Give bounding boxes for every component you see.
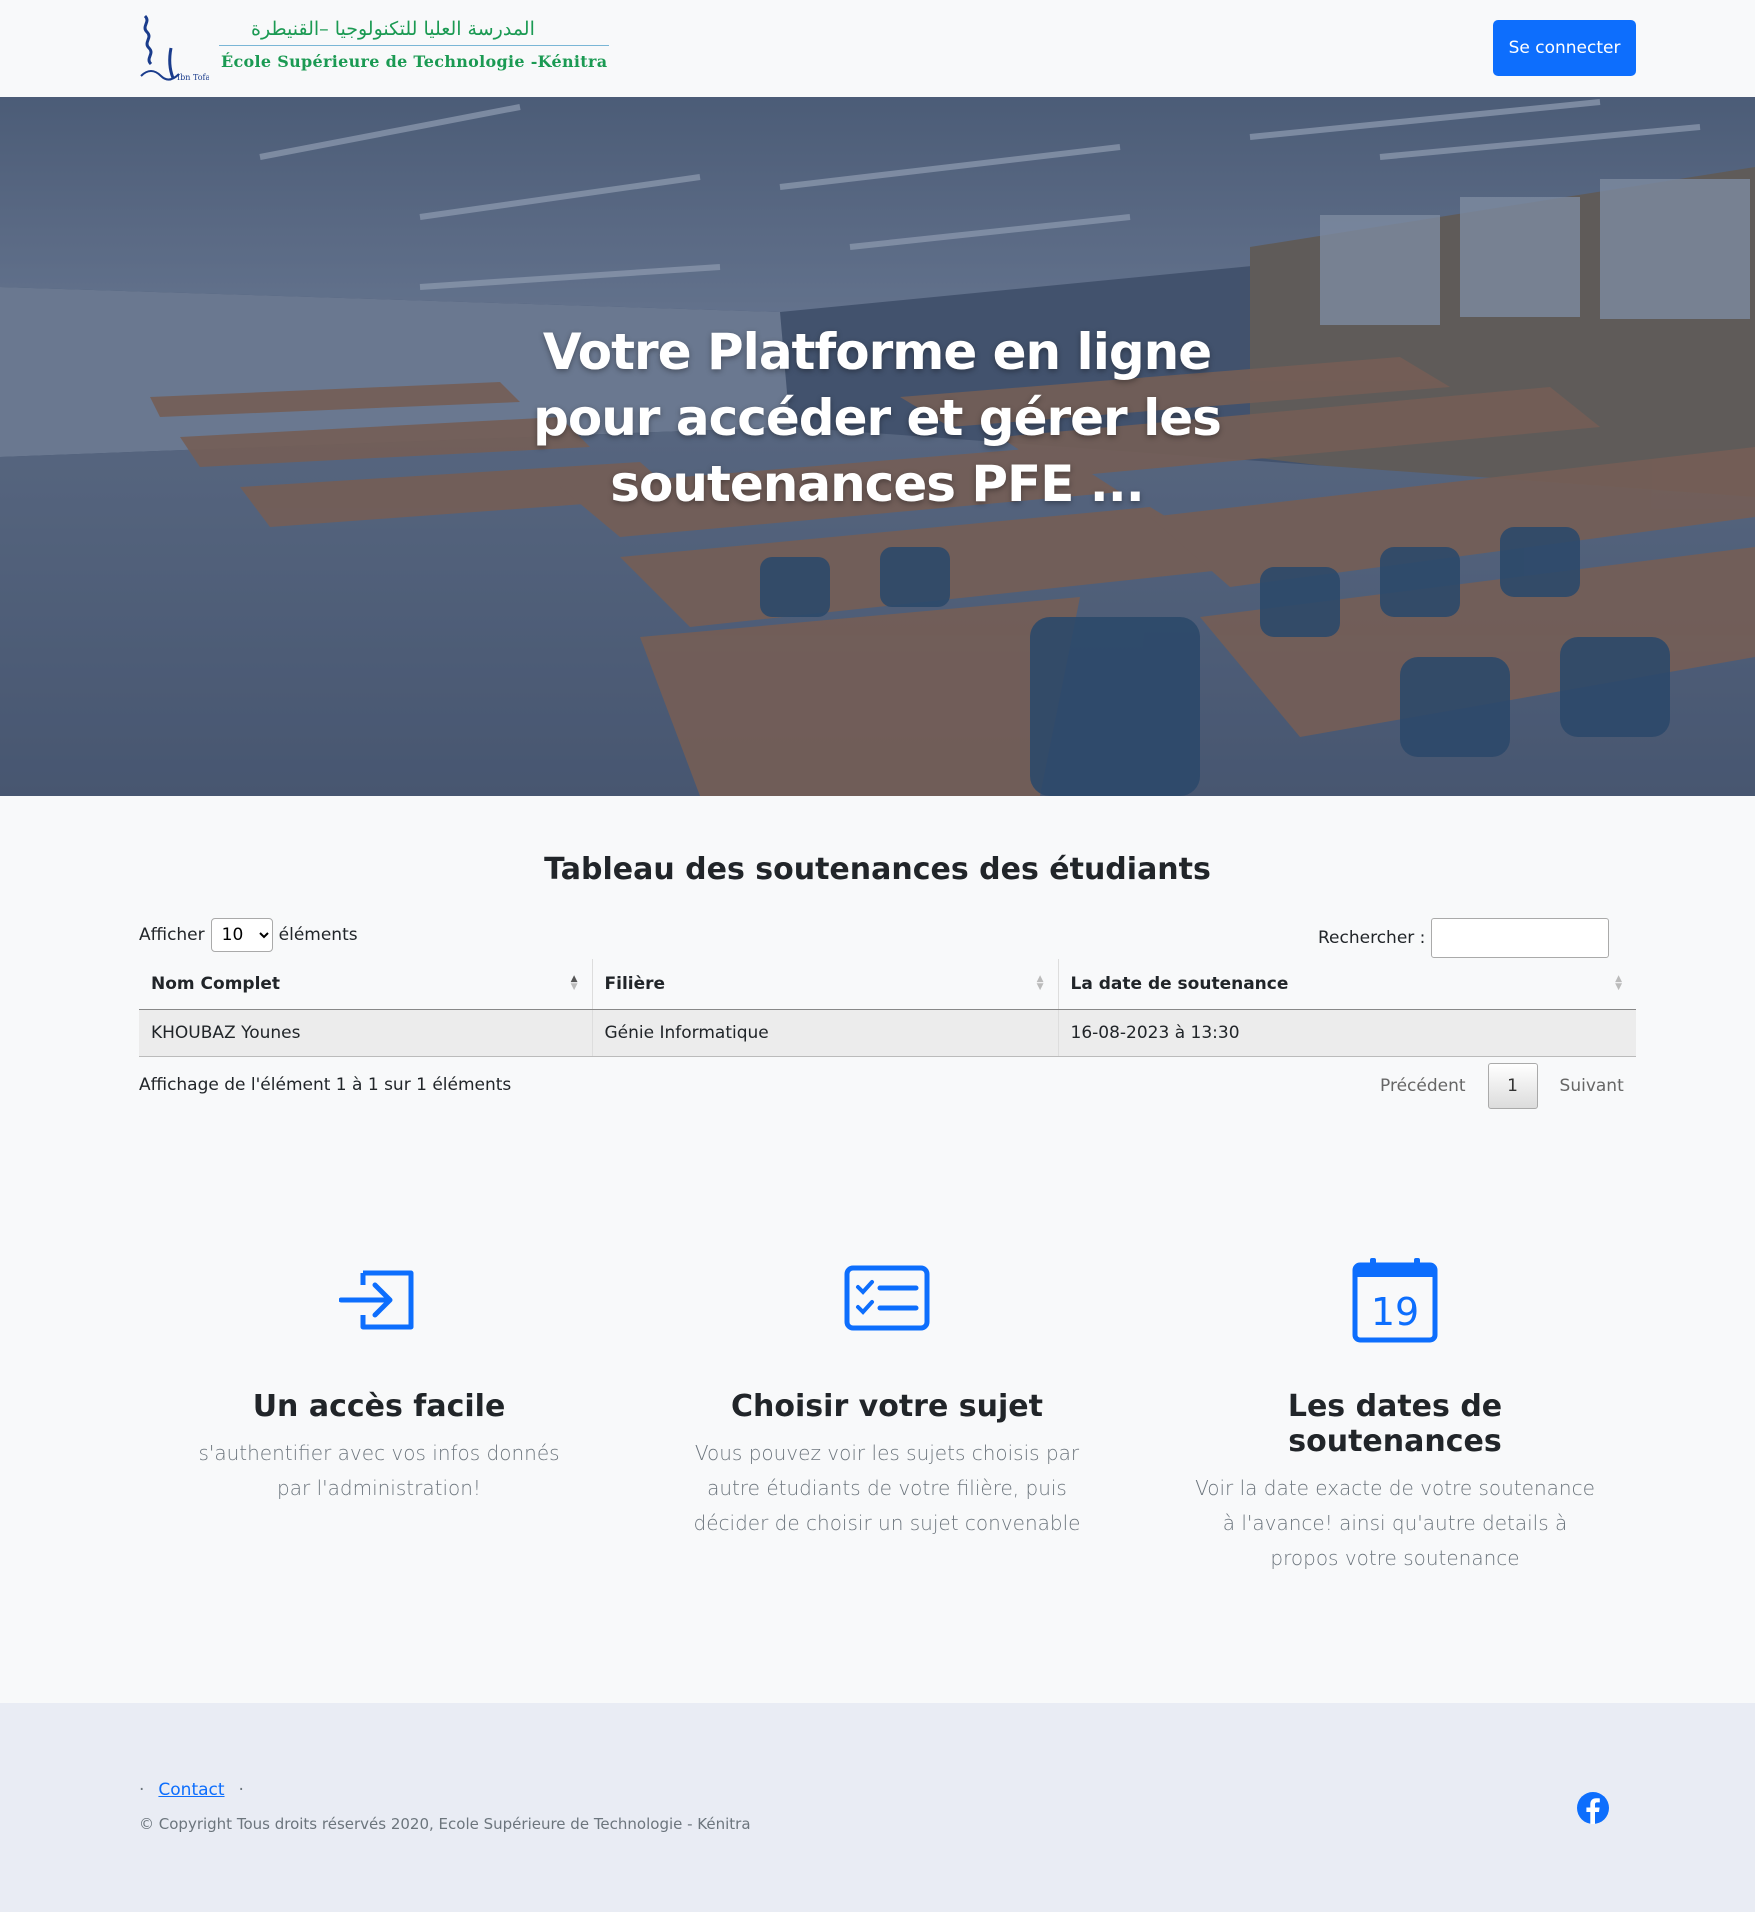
feature-title: Les dates de soutenances <box>1287 1389 1503 1459</box>
contact-link[interactable]: Contact <box>158 1780 224 1800</box>
column-label: La date de soutenance <box>1070 973 1289 994</box>
page-1-button[interactable]: 1 <box>1487 1063 1538 1109</box>
brand-french-name: École Supérieure de Technologie -Kénitra <box>221 52 608 71</box>
column-label: Filière <box>604 973 666 994</box>
table-header-row: Nom Complet ▲ ▼ Filière ▲ ▼ La date de sou… <box>139 959 1636 1010</box>
school-emblem-icon: Ibn Tofail <box>140 14 209 82</box>
feature-choose-subject: Choisir votre sujet Vous pouvez voir les… <box>687 1265 1087 1541</box>
svg-text:Ibn Tofail: Ibn Tofail <box>177 73 209 82</box>
feature-title: Un accès facile <box>252 1389 506 1424</box>
column-header-date[interactable]: La date de soutenance ▲ ▼ <box>1057 959 1636 1010</box>
sort-ascending-icon: ▲ ▼ <box>570 974 578 992</box>
footer-links: · Contact · <box>139 1780 244 1800</box>
search-input[interactable] <box>1431 918 1610 958</box>
table-info: Affichage de l'élément 1 à 1 sur 1 éléme… <box>139 1075 512 1095</box>
column-label: Nom Complet <box>151 973 281 994</box>
login-button[interactable]: Se connecter <box>1493 20 1636 76</box>
feature-text: Vous pouvez voir les sujets choisis par … <box>693 1441 1081 1535</box>
table-row: KHOUBAZ Younes Génie Informatique 16-08-… <box>139 1009 1636 1057</box>
soutenances-table: Nom Complet ▲ ▼ Filière ▲ ▼ La date de sou… <box>139 959 1636 1057</box>
separator-dot: · <box>238 1780 244 1800</box>
table-section-title: Tableau des soutenances des étudiants <box>544 852 1211 887</box>
hero-banner: Votre Platforme en ligne pour accéder et… <box>0 97 1755 796</box>
entries-length-control: Afficher 10 25 50 100 éléments <box>139 918 358 952</box>
length-suffix-label: éléments <box>278 925 358 945</box>
table-search: Rechercher : <box>1318 918 1610 958</box>
navbar: Ibn Tofail المدرسة العليا للتكنولوجيا –ا… <box>0 0 1755 97</box>
copyright-text: © Copyright Tous droits réservés 2020, E… <box>139 1815 751 1833</box>
feature-defense-dates: 19 Les dates de soutenances Voir la date… <box>1195 1258 1595 1576</box>
hero-title: Votre Platforme en ligne pour accéder et… <box>533 323 1222 513</box>
entries-per-page-select[interactable]: 10 25 50 100 <box>210 918 273 952</box>
feature-text: s'authentifier avec vos infos donnés par… <box>198 1441 560 1500</box>
feature-title: Choisir votre sujet <box>731 1389 1043 1424</box>
cell-nom: KHOUBAZ Younes <box>139 1009 592 1057</box>
login-arrow-icon <box>339 1270 414 1330</box>
cell-date: 16-08-2023 à 13:30 <box>1057 1009 1636 1057</box>
svg-text:19: 19 <box>1371 1290 1419 1334</box>
column-header-nom[interactable]: Nom Complet ▲ ▼ <box>139 959 592 1010</box>
feature-text: Voir la date exacte de votre soutenance … <box>1195 1476 1595 1570</box>
previous-page-button[interactable]: Précédent <box>1360 1076 1486 1096</box>
brand-arabic-name: المدرسة العليا للتكنولوجيا –القنيطرة <box>251 18 535 40</box>
separator-dot: · <box>139 1780 145 1800</box>
cell-filiere: Génie Informatique <box>591 1009 1058 1057</box>
brand-divider <box>219 45 609 46</box>
sort-icon: ▲ ▼ <box>1036 974 1044 992</box>
length-prefix-label: Afficher <box>139 925 205 945</box>
checklist-icon <box>844 1265 930 1331</box>
calendar-19-icon: 19 <box>1352 1258 1438 1343</box>
next-page-button[interactable]: Suivant <box>1540 1076 1644 1096</box>
school-logo[interactable]: Ibn Tofail المدرسة العليا للتكنولوجيا –ا… <box>139 14 609 84</box>
pagination: Précédent 1 Suivant <box>1360 1063 1644 1109</box>
sort-icon: ▲ ▼ <box>1615 974 1622 992</box>
footer: · Contact · © Copyright Tous droits réserv… <box>0 1703 1755 1912</box>
search-label: Rechercher : <box>1318 928 1426 948</box>
facebook-icon[interactable] <box>1576 1791 1610 1825</box>
column-header-filiere[interactable]: Filière ▲ ▼ <box>591 959 1058 1010</box>
feature-easy-access: Un accès facile s'authentifier avec vos … <box>179 1265 579 1506</box>
